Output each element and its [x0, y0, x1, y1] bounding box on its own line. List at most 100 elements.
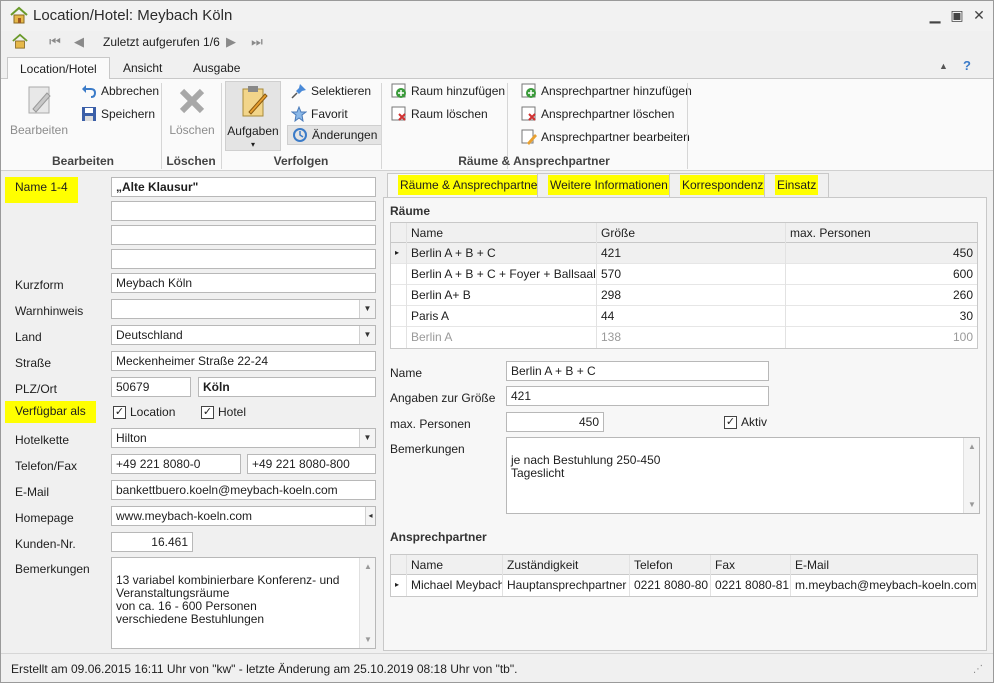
checkmark-icon: ✓	[724, 415, 737, 429]
maximize-button[interactable]: ▣	[949, 7, 965, 23]
resize-grip-icon[interactable]: ⋰	[973, 664, 983, 675]
strasse-input[interactable]: Meckenheimer Straße 22-24	[111, 351, 376, 371]
room-bem-textarea[interactable]: je nach Bestuhlung 250-450 Tageslicht ▲ ▼	[506, 437, 980, 514]
ort-input[interactable]: Köln	[198, 377, 376, 397]
kunden-input[interactable]: 16.461	[111, 532, 193, 552]
abbrechen-button[interactable]: Abbrechen	[81, 81, 159, 101]
last-record-icon[interactable]: ⏭	[249, 34, 265, 50]
undo-icon	[81, 83, 97, 99]
tab-weitere-informationen[interactable]: Weitere Informationen	[537, 173, 681, 197]
kurzform-input[interactable]: Meybach Köln	[111, 273, 376, 293]
scroll-down-icon[interactable]: ▼	[364, 633, 372, 646]
column-header[interactable]: Name	[407, 555, 503, 576]
tab-ansicht[interactable]: Ansicht	[111, 57, 174, 80]
raum-loeschen-button[interactable]: Raum löschen	[391, 104, 488, 124]
location-checkbox[interactable]: ✓ Location	[113, 405, 175, 419]
scroll-down-icon[interactable]: ▼	[968, 498, 976, 511]
name1-input[interactable]: „Alte Klausur"	[111, 177, 376, 197]
room-size-label: Angaben zur Größe	[390, 391, 496, 405]
scroll-up-icon[interactable]: ▲	[364, 560, 372, 573]
room-bem-label: Bemerkungen	[390, 442, 465, 456]
email-input[interactable]: bankettbuero.koeln@meybach-koeln.com	[111, 480, 376, 500]
column-header[interactable]: max. Personen	[786, 223, 977, 244]
table-row[interactable]: ▸ Michael Meybach Hauptansprechpartner 0…	[391, 575, 977, 596]
room-name-input[interactable]: Berlin A + B + C	[506, 361, 769, 381]
row-indicator-icon: ▸	[391, 575, 407, 596]
bemerkungen-label: Bemerkungen	[15, 562, 90, 576]
bemerkungen-textarea[interactable]: 13 variabel kombinierbare Konferenz- und…	[111, 557, 376, 649]
column-header[interactable]: Größe	[597, 223, 786, 244]
speichern-button[interactable]: Speichern	[81, 104, 155, 124]
name4-input[interactable]	[111, 249, 376, 269]
telefon-input[interactable]: +49 221 8080-0	[111, 454, 241, 474]
tab-korrespondenz[interactable]: Korrespondenz	[669, 173, 777, 197]
selektieren-button[interactable]: Selektieren	[291, 81, 371, 101]
group-label-raeume: Räume & Ansprechpartner	[458, 154, 610, 168]
first-record-icon[interactable]: ⏮	[47, 34, 63, 50]
land-select[interactable]: Deutschland ▼	[111, 325, 376, 345]
homepage-label: Homepage	[15, 511, 74, 525]
warnhinweis-label: Warnhinweis	[15, 304, 84, 318]
plz-input[interactable]: 50679	[111, 377, 191, 397]
scroll-up-icon[interactable]: ▲	[968, 440, 976, 453]
table-row[interactable]: Berlin A 138 100	[391, 327, 977, 348]
favorit-button[interactable]: Favorit	[290, 104, 348, 124]
clipboard-pencil-icon	[237, 84, 269, 120]
ansprechpartner-loeschen-button[interactable]: Ansprechpartner löschen	[521, 104, 674, 124]
application-window: Location/Hotel: Meybach Köln ▁ ▣ ✕ ⏮ ◀ Z…	[0, 0, 994, 683]
column-header[interactable]: Zuständigkeit	[503, 555, 630, 576]
tab-location-hotel[interactable]: Location/Hotel	[7, 57, 110, 80]
warnhinweis-select[interactable]: ▼	[111, 299, 376, 319]
collapse-ribbon-icon[interactable]: ▲	[939, 61, 948, 71]
raum-hinzufuegen-button[interactable]: Raum hinzufügen	[391, 81, 505, 101]
dropdown-arrow-icon: ▾	[250, 140, 255, 149]
minimize-button[interactable]: ▁	[927, 7, 943, 23]
column-header[interactable]: E-Mail	[791, 555, 977, 576]
room-size-input[interactable]: 421	[506, 386, 769, 406]
room-maxp-input[interactable]: 450	[506, 412, 604, 432]
scrollbar[interactable]: ▲ ▼	[963, 438, 979, 513]
fax-input[interactable]: +49 221 8080-800	[247, 454, 376, 474]
title-bar: Location/Hotel: Meybach Köln ▁ ▣ ✕	[1, 1, 993, 31]
name2-input[interactable]	[111, 201, 376, 221]
ansprechpartner-bearbeiten-button[interactable]: Ansprechpartner bearbeiten	[521, 127, 690, 147]
bearbeiten-button[interactable]: Bearbeiten	[9, 81, 69, 137]
next-record-icon[interactable]: ▶	[223, 34, 239, 50]
column-header[interactable]: Name	[407, 223, 597, 244]
close-button[interactable]: ✕	[971, 7, 987, 23]
chevron-down-icon[interactable]: ▼	[359, 300, 375, 318]
aktiv-checkbox[interactable]: ✓ Aktiv	[724, 415, 767, 429]
ribbon-tabs: Location/Hotel Ansicht Ausgabe ▲ ?	[1, 55, 993, 80]
hotelkette-select[interactable]: Hilton ▼	[111, 428, 376, 448]
table-row[interactable]: Berlin A + B + C + Foyer + Ballsaal 570 …	[391, 264, 977, 285]
ansprechpartner-hinzufuegen-button[interactable]: Ansprechpartner hinzufügen	[521, 81, 692, 101]
previous-record-icon[interactable]: ◀	[71, 34, 87, 50]
scrollbar[interactable]: ▲ ▼	[359, 558, 375, 648]
recent-label: Zuletzt aufgerufen 1/6	[103, 35, 220, 49]
home-icon[interactable]	[11, 33, 29, 52]
table-row[interactable]: ▸ Berlin A + B + C 421 450	[391, 243, 977, 264]
row-indicator-icon: ▸	[391, 243, 407, 264]
chevron-down-icon[interactable]: ▼	[359, 429, 375, 447]
plzort-label: PLZ/Ort	[15, 382, 58, 396]
pin-icon	[291, 83, 307, 99]
tab-raeume[interactable]: Räume & Ansprechpartner	[387, 173, 555, 197]
homepage-input[interactable]: www.meybach-koeln.com ◂	[111, 506, 376, 526]
help-icon[interactable]: ?	[963, 58, 971, 73]
open-link-icon[interactable]: ◂	[365, 507, 375, 525]
aufgaben-button[interactable]: Aufgaben ▾	[225, 81, 281, 151]
table-row[interactable]: Berlin A+ B 298 260	[391, 285, 977, 306]
loeschen-button[interactable]: Löschen	[167, 81, 217, 137]
tab-einsatz[interactable]: Einsatz	[764, 173, 830, 197]
ansprechpartner-title: Ansprechpartner	[390, 530, 487, 544]
room-name-label: Name	[390, 366, 423, 380]
aenderungen-button[interactable]: Änderungen	[287, 125, 383, 145]
name3-input[interactable]	[111, 225, 376, 245]
column-header[interactable]: Fax	[711, 555, 791, 576]
column-header[interactable]: Telefon	[630, 555, 711, 576]
tab-ausgabe[interactable]: Ausgabe	[181, 57, 252, 80]
hotel-checkbox[interactable]: ✓ Hotel	[201, 405, 246, 419]
table-row[interactable]: Paris A 44 30	[391, 306, 977, 327]
delete-x-icon	[176, 83, 208, 119]
chevron-down-icon[interactable]: ▼	[359, 326, 375, 344]
